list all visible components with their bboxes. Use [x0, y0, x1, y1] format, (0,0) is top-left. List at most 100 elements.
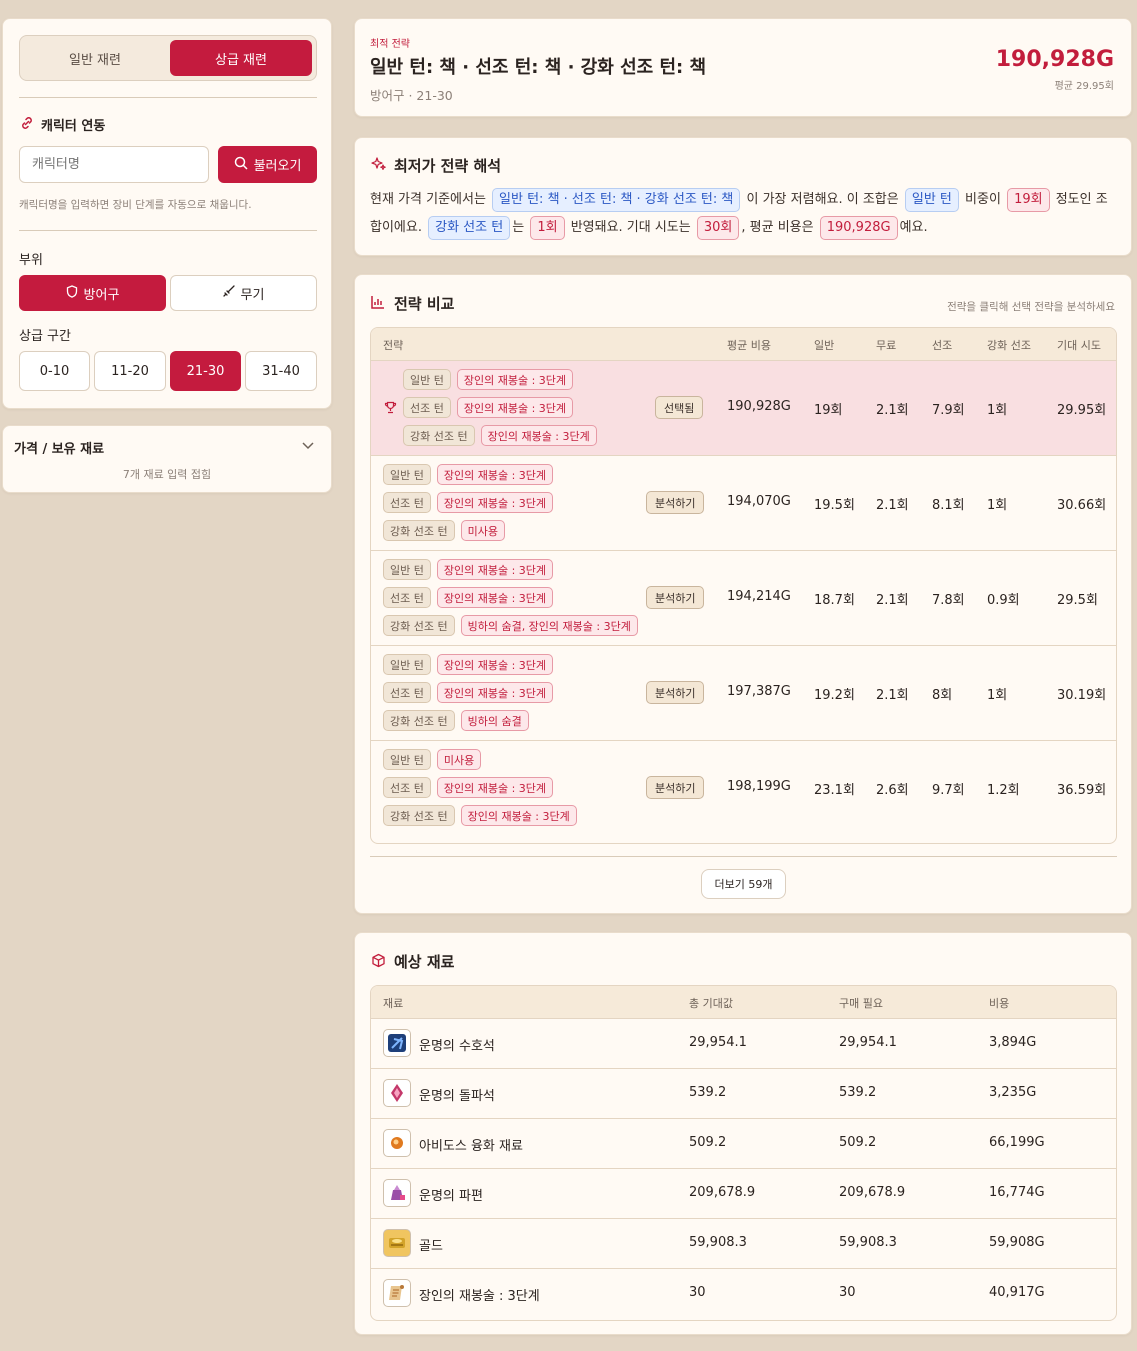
- range-button-11-20[interactable]: 11-20: [94, 351, 166, 391]
- character-name-input[interactable]: [19, 146, 209, 183]
- analyze-button[interactable]: 분석하기: [646, 681, 705, 704]
- turn-enhanced: 강화 선조 턴 장인의 재봉술 : 3단계: [383, 805, 577, 826]
- cell-ancestor: 7.9회: [932, 403, 965, 418]
- materials-table-header: 재료 총 기대값 구매 필요 비용: [371, 986, 1116, 1019]
- turn-ancestor: 선조 턴 장인의 재봉술 : 3단계: [383, 587, 554, 608]
- range-button-0-10[interactable]: 0-10: [19, 351, 90, 391]
- sword-icon: [222, 285, 235, 301]
- strategy-row[interactable]: 일반 턴 장인의 재봉술 : 3단계 선조 턴 장인의 재봉술 : 3단계 강화 선…: [371, 456, 1116, 551]
- turn-enhanced: 강화 선조 턴 빙하의 숨결, 장인의 재봉술 : 3단계: [383, 615, 638, 636]
- material-row: 운명의 돌파석 539.2 539.2 3,235G: [371, 1069, 1116, 1119]
- cell-expected: 29.95회: [1057, 403, 1107, 418]
- material-buy: 209,678.9: [839, 1185, 906, 1200]
- materials-table: 재료 총 기대값 구매 필요 비용 운명의 수호석 29,954.1 29,95…: [370, 985, 1117, 1321]
- strategy-comparison-panel: 전략 비교 전략을 클릭해 선택 전략을 분석하세요 전략 평균 비용 일반 무…: [354, 274, 1132, 914]
- material-tag: 장인의 재봉술 : 3단계: [456, 397, 574, 418]
- th-strategy: 전략: [383, 339, 404, 352]
- cell-cost: 194,214G: [727, 589, 791, 604]
- material-tag: 장인의 재봉술 : 3단계: [436, 464, 554, 485]
- analyze-button[interactable]: 분석하기: [646, 491, 705, 514]
- load-button-label: 불러오기: [253, 159, 302, 174]
- th-material: 재료: [383, 997, 404, 1010]
- tab-normal-refine[interactable]: 일반 재련: [24, 40, 166, 76]
- turn-label: 선조 턴: [403, 397, 451, 418]
- th-ancestor: 선조: [932, 339, 953, 352]
- turn-normal: 일반 턴 장인의 재봉술 : 3단계: [383, 464, 554, 485]
- guardian-stone-icon: [383, 1029, 411, 1057]
- cell-expected: 29.5회: [1057, 593, 1098, 608]
- highlight-average-cost: 190,928G: [819, 216, 898, 240]
- strategy-row[interactable]: 일반 턴 미사용 선조 턴 장인의 재봉술 : 3단계 강화 선조 턴 장인의 재봉술…: [371, 741, 1116, 843]
- turn-enhanced: 강화 선조 턴 장인의 재봉술 : 3단계: [403, 425, 597, 446]
- analysis-text: 현재 가격 기준에서는 일반 턴: 책 · 선조 턴: 책 · 강화 선조 턴:…: [370, 186, 1118, 242]
- material-buy: 30: [839, 1285, 856, 1300]
- turn-normal: 일반 턴 미사용: [383, 749, 482, 770]
- strategy-row[interactable]: 일반 턴 장인의 재봉술 : 3단계 선조 턴 장인의 재봉술 : 3단계 강화 선…: [371, 646, 1116, 741]
- range-label: 상급 구간: [19, 329, 71, 344]
- material-total: 29,954.1: [689, 1035, 747, 1050]
- material-cost: 3,894G: [989, 1035, 1037, 1050]
- material-tag: 장인의 재봉술 : 3단계: [436, 654, 554, 675]
- turn-label: 강화 선조 턴: [383, 805, 455, 826]
- cell-free: 2.6회: [876, 783, 909, 798]
- cell-ancestor: 9.7회: [932, 783, 965, 798]
- load-more-button[interactable]: 더보기 59개: [701, 869, 786, 899]
- analysis-text-6: 반영돼요. 기대 시도는: [570, 220, 691, 235]
- material-name: 골드: [419, 1239, 443, 1254]
- cell-free: 2.1회: [876, 688, 909, 703]
- part-armor-button[interactable]: 방어구: [19, 275, 166, 311]
- material-tag: 미사용: [460, 520, 505, 541]
- turn-label: 강화 선조 턴: [383, 615, 455, 636]
- material-cost: 40,917G: [989, 1285, 1045, 1300]
- sparkle-icon: [371, 156, 387, 176]
- analysis-text-1: 현재 가격 기준에서는: [370, 192, 486, 207]
- material-tag: 장인의 재봉술 : 3단계: [436, 587, 554, 608]
- highlight-normal-count: 19회: [1007, 188, 1050, 212]
- turn-ancestor: 선조 턴 장인의 재봉술 : 3단계: [383, 492, 554, 513]
- analyze-button[interactable]: 분석하기: [646, 776, 705, 799]
- cell-enhanced: 0.9회: [987, 593, 1020, 608]
- highlight-enhanced-count: 1회: [530, 216, 565, 240]
- shield-icon: [66, 284, 78, 302]
- turn-label: 일반 턴: [383, 654, 431, 675]
- range-button-21-30[interactable]: 21-30: [170, 351, 241, 391]
- cell-expected: 30.19회: [1057, 688, 1107, 703]
- material-total: 509.2: [689, 1135, 727, 1150]
- th-normal: 일반: [814, 339, 835, 352]
- strategy-row[interactable]: 일반 턴 장인의 재봉술 : 3단계 선조 턴 장인의 재봉술 : 3단계 강화 선…: [371, 361, 1116, 456]
- th-avg-cost: 평균 비용: [727, 339, 771, 352]
- summary-subtitle: 방어구 · 21-30: [370, 88, 453, 103]
- selected-badge: 선택됨: [655, 396, 704, 419]
- turn-enhanced: 강화 선조 턴 빙하의 숨결: [383, 710, 529, 731]
- material-tag: 장인의 재봉술 : 3단계: [436, 777, 554, 798]
- material-tag: 장인의 재봉술 : 3단계: [456, 369, 574, 390]
- turn-ancestor: 선조 턴 장인의 재봉술 : 3단계: [403, 397, 574, 418]
- cell-free: 2.1회: [876, 403, 909, 418]
- part-label: 부위: [19, 253, 43, 268]
- summary-average: 평균 29.95회: [1054, 81, 1114, 92]
- load-character-button[interactable]: 불러오기: [218, 146, 317, 183]
- highlight-expected-tries: 30회: [696, 216, 740, 240]
- turn-ancestor: 선조 턴 장인의 재봉술 : 3단계: [383, 682, 554, 703]
- strategy-table: 전략 평균 비용 일반 무료 선조 강화 선조 기대 시도 일반 턴 장인의 재봉…: [370, 327, 1117, 844]
- material-tag: 빙하의 숨결: [460, 710, 529, 731]
- th-buy: 구매 필요: [839, 997, 883, 1010]
- material-tag: 미사용: [436, 749, 482, 770]
- breakthrough-stone-icon: [383, 1079, 411, 1107]
- tab-advanced-refine[interactable]: 상급 재련: [170, 40, 312, 76]
- price-materials-panel[interactable]: 가격 / 보유 재료 7개 재료 입력 접힘: [2, 425, 332, 493]
- analyze-button[interactable]: 분석하기: [646, 586, 705, 609]
- highlight-strategy: 일반 턴: 책 · 선조 턴: 책 · 강화 선조 턴: 책: [492, 188, 741, 212]
- analysis-text-8: 예요.: [899, 220, 928, 235]
- summary-eyebrow: 최적 전략: [370, 39, 410, 50]
- range-button-31-40[interactable]: 31-40: [245, 351, 317, 391]
- material-row: 장인의 재봉술 : 3단계 30 30 40,917G: [371, 1269, 1116, 1319]
- part-weapon-button[interactable]: 무기: [170, 275, 317, 311]
- strategy-row[interactable]: 일반 턴 장인의 재봉술 : 3단계 선조 턴 장인의 재봉술 : 3단계 강화 선…: [371, 551, 1116, 646]
- material-row: 운명의 파편 209,678.9 209,678.9 16,774G: [371, 1169, 1116, 1219]
- chevron-down-icon[interactable]: [301, 438, 315, 456]
- material-cost: 66,199G: [989, 1135, 1045, 1150]
- cell-ancestor: 8.1회: [932, 498, 965, 513]
- material-buy: 539.2: [839, 1085, 877, 1100]
- cell-free: 2.1회: [876, 593, 909, 608]
